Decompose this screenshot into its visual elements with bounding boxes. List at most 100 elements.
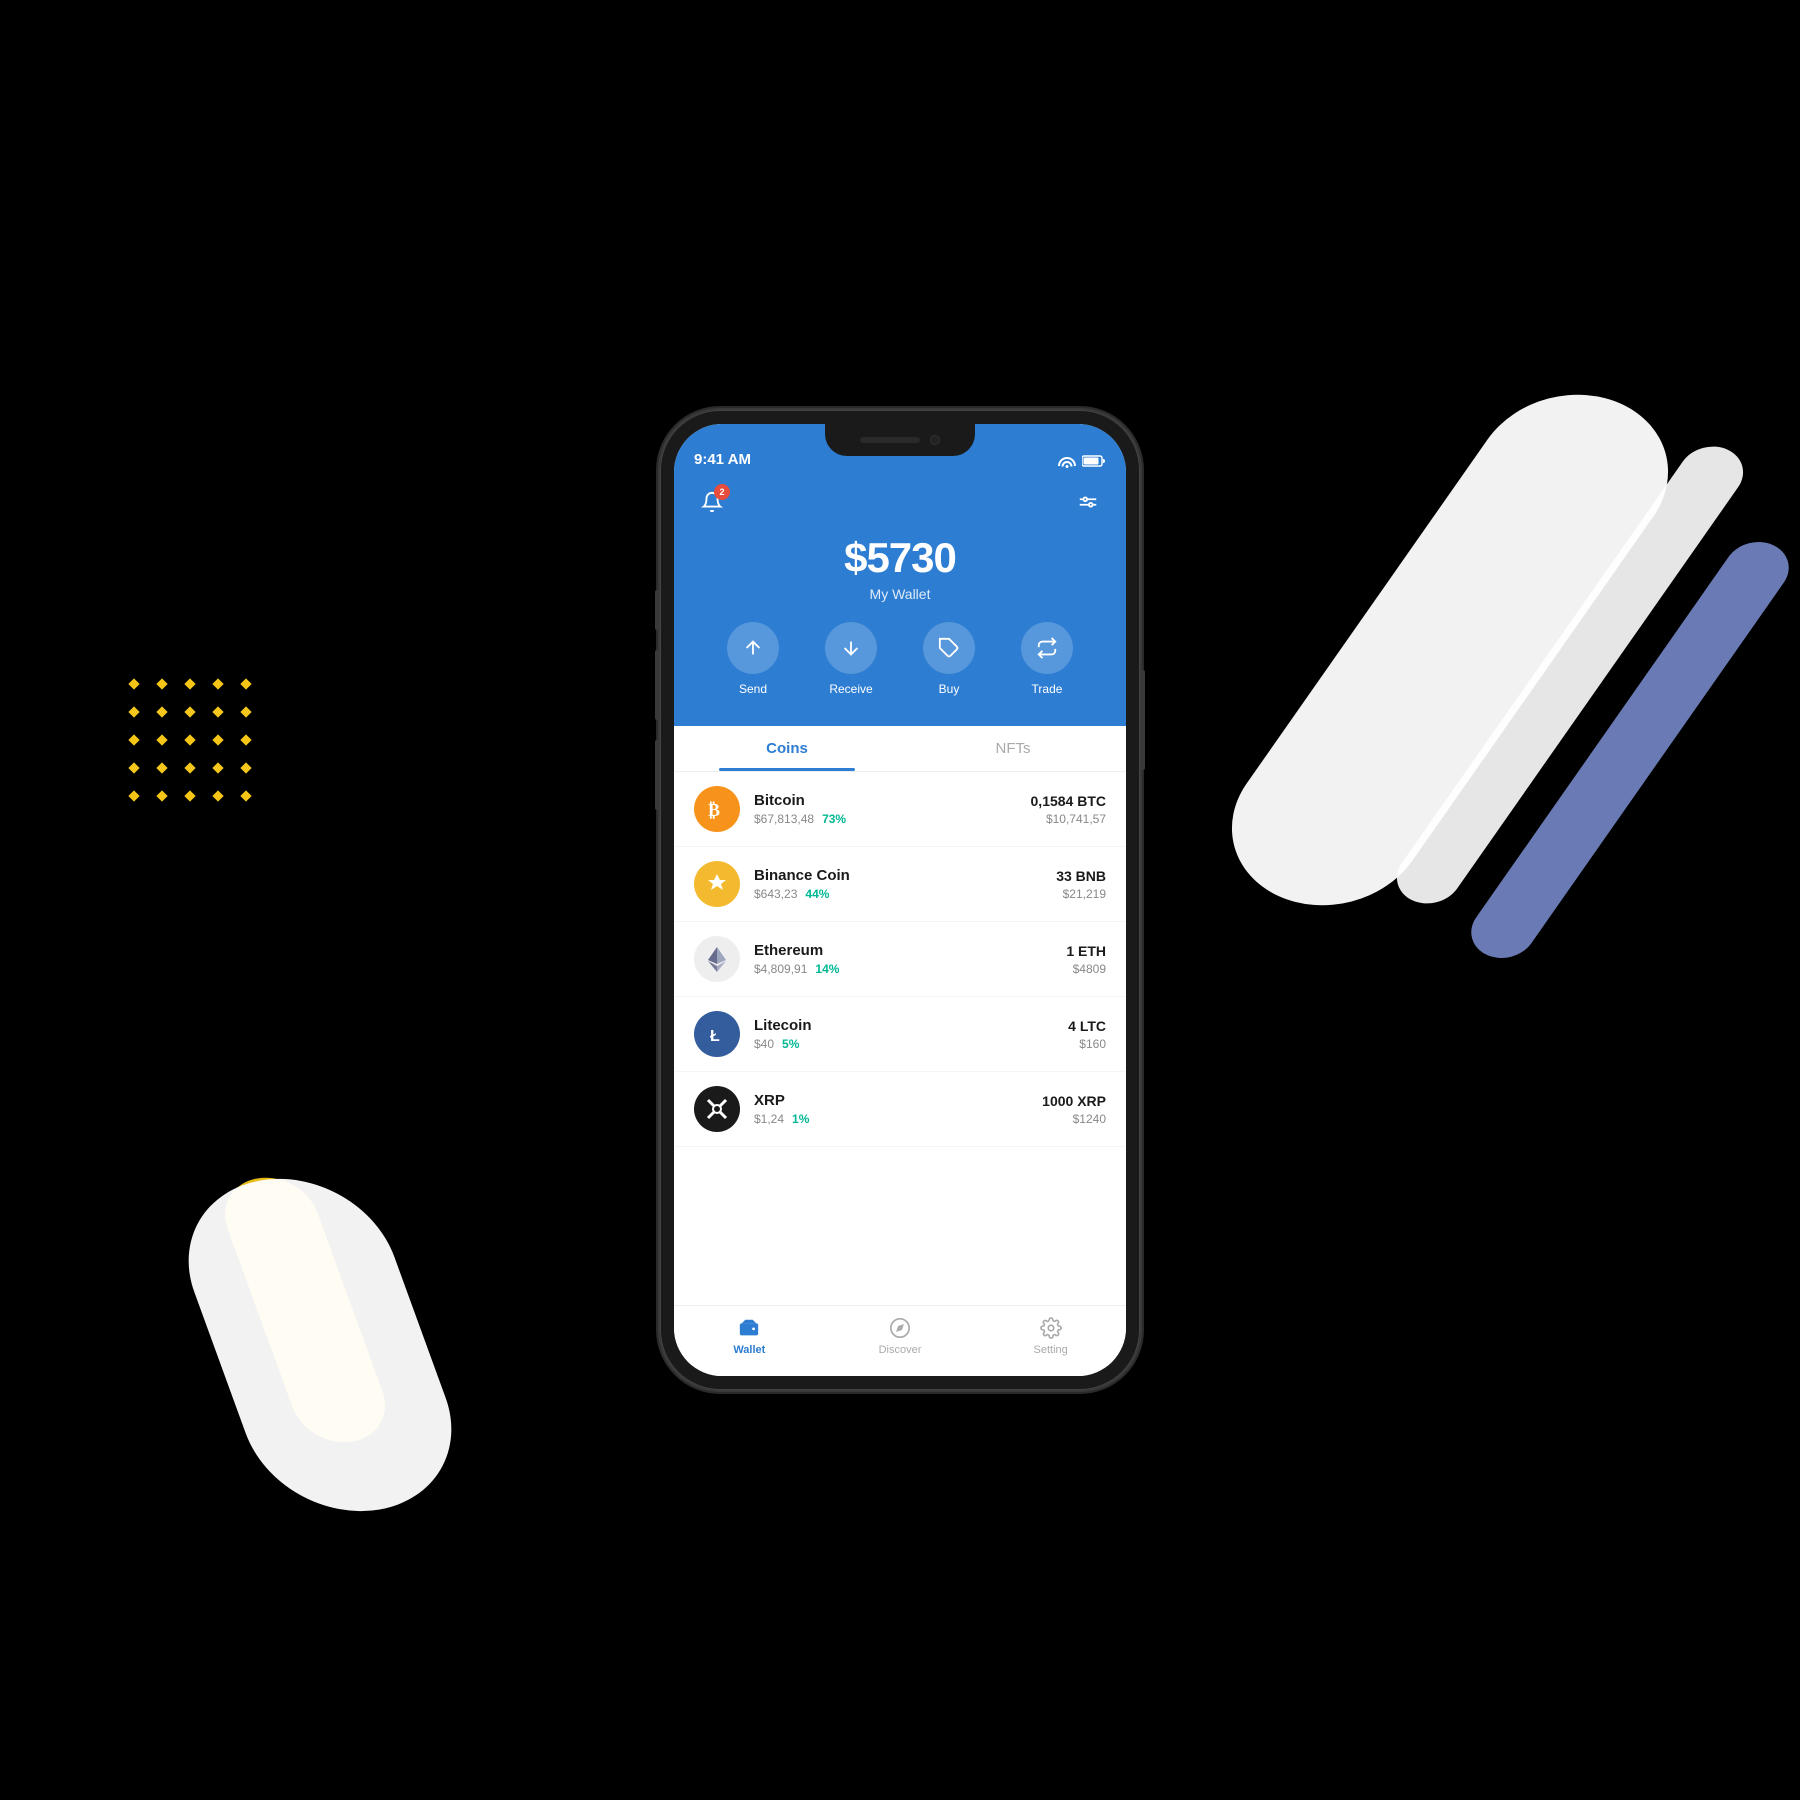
status-icons (1058, 454, 1106, 468)
notification-badge: 2 (714, 484, 730, 500)
xrp-amount: 1000 XRP (1042, 1093, 1106, 1109)
receive-icon-wrap (825, 622, 877, 674)
side-button-silent (655, 590, 659, 630)
xrp-info: XRP $1,24 1% (754, 1092, 1042, 1126)
eth-info: Ethereum $4,809,91 14% (754, 942, 1066, 976)
trade-icon (1036, 637, 1058, 659)
notification-button[interactable]: 2 (694, 484, 730, 520)
bnb-balance: 33 BNB $21,219 (1056, 868, 1106, 901)
nav-discover[interactable]: Discover (825, 1316, 976, 1356)
btc-price: $67,813,48 (754, 812, 814, 826)
trade-label: Trade (1032, 682, 1063, 696)
setting-nav-label: Setting (1034, 1344, 1068, 1356)
tab-bar: Coins NFTs (674, 726, 1126, 772)
wallet-title: My Wallet (694, 586, 1106, 602)
filter-icon (1077, 491, 1099, 513)
coin-item-btc[interactable]: ₿ Bitcoin $67,813,48 73% 0,1584 BTC $10,… (674, 772, 1126, 847)
camera (930, 435, 940, 445)
bnb-price-row: $643,23 44% (754, 887, 1056, 901)
btc-icon: ₿ (694, 786, 740, 832)
setting-nav-icon-wrap (1039, 1316, 1063, 1340)
trade-icon-wrap (1021, 622, 1073, 674)
btc-amount: 0,1584 BTC (1031, 793, 1106, 809)
buy-icon (938, 637, 960, 659)
tab-nfts[interactable]: NFTs (900, 726, 1126, 771)
coin-item-xrp[interactable]: XRP $1,24 1% 1000 XRP $1240 (674, 1072, 1126, 1147)
bnb-price: $643,23 (754, 887, 797, 901)
battery-icon (1082, 455, 1106, 467)
ltc-balance: 4 LTC $160 (1068, 1018, 1106, 1051)
send-button[interactable]: Send (727, 622, 779, 696)
trade-button[interactable]: Trade (1021, 622, 1073, 696)
xrp-balance: 1000 XRP $1240 (1042, 1093, 1106, 1126)
xrp-icon (694, 1086, 740, 1132)
svg-text:Ł: Ł (710, 1028, 720, 1045)
bnb-change: 44% (805, 887, 829, 901)
side-button-power (1141, 670, 1145, 770)
eth-price-row: $4,809,91 14% (754, 962, 1066, 976)
header-top-row: 2 (694, 484, 1106, 520)
wifi-icon (1058, 454, 1076, 468)
dots-decoration (130, 680, 260, 810)
send-label: Send (739, 682, 767, 696)
phone-notch (825, 424, 975, 456)
screen-content: 9:41 AM (674, 424, 1126, 1376)
buy-icon-wrap (923, 622, 975, 674)
xrp-change: 1% (792, 1112, 809, 1126)
xrp-name: XRP (754, 1092, 1042, 1109)
receive-label: Receive (829, 682, 872, 696)
ribbon-decoration-5 (160, 1163, 480, 1527)
bottom-navigation: Wallet Discover (674, 1305, 1126, 1376)
status-time: 9:41 AM (694, 451, 751, 468)
xrp-value: $1240 (1042, 1112, 1106, 1126)
coin-item-eth[interactable]: Ethereum $4,809,91 14% 1 ETH $4809 (674, 922, 1126, 997)
send-icon (742, 637, 764, 659)
bnb-info: Binance Coin $643,23 44% (754, 867, 1056, 901)
speaker (860, 437, 920, 443)
btc-info: Bitcoin $67,813,48 73% (754, 792, 1031, 826)
bnb-value: $21,219 (1056, 887, 1106, 901)
coin-item-bnb[interactable]: Binance Coin $643,23 44% 33 BNB $21,219 (674, 847, 1126, 922)
side-button-vol-up (655, 650, 659, 720)
coin-item-ltc[interactable]: Ł Litecoin $40 5% 4 LTC $160 (674, 997, 1126, 1072)
buy-button[interactable]: Buy (923, 622, 975, 696)
xrp-price: $1,24 (754, 1112, 784, 1126)
svg-text:₿: ₿ (708, 800, 720, 820)
side-button-vol-down (655, 740, 659, 810)
total-balance: $5730 (694, 534, 1106, 582)
btc-price-row: $67,813,48 73% (754, 812, 1031, 826)
eth-amount: 1 ETH (1066, 943, 1106, 959)
eth-icon (694, 936, 740, 982)
btc-balance: 0,1584 BTC $10,741,57 (1031, 793, 1106, 826)
eth-balance: 1 ETH $4809 (1066, 943, 1106, 976)
ltc-change: 5% (782, 1037, 799, 1051)
eth-value: $4809 (1066, 962, 1106, 976)
btc-value: $10,741,57 (1031, 812, 1106, 826)
ltc-name: Litecoin (754, 1017, 1068, 1034)
eth-name: Ethereum (754, 942, 1066, 959)
coin-list: ₿ Bitcoin $67,813,48 73% 0,1584 BTC $10,… (674, 772, 1126, 1305)
receive-button[interactable]: Receive (825, 622, 877, 696)
ltc-info: Litecoin $40 5% (754, 1017, 1068, 1051)
tab-coins[interactable]: Coins (674, 726, 900, 771)
wallet-header: 2 $5730 My Wa (674, 474, 1126, 726)
xrp-price-row: $1,24 1% (754, 1112, 1042, 1126)
wallet-nav-label: Wallet (733, 1344, 765, 1356)
discover-nav-icon (889, 1317, 911, 1339)
ltc-amount: 4 LTC (1068, 1018, 1106, 1034)
nav-wallet[interactable]: Wallet (674, 1316, 825, 1356)
wallet-nav-icon-wrap (737, 1316, 761, 1340)
ltc-price-row: $40 5% (754, 1037, 1068, 1051)
eth-change: 14% (815, 962, 839, 976)
nav-setting[interactable]: Setting (975, 1316, 1126, 1356)
bnb-amount: 33 BNB (1056, 868, 1106, 884)
wallet-nav-icon (738, 1317, 760, 1339)
send-icon-wrap (727, 622, 779, 674)
receive-icon (840, 637, 862, 659)
ltc-icon: Ł (694, 1011, 740, 1057)
bnb-name: Binance Coin (754, 867, 1056, 884)
action-buttons-row: Send Receive (694, 622, 1106, 696)
filter-button[interactable] (1070, 484, 1106, 520)
phone-frame: 9:41 AM (660, 410, 1140, 1390)
ltc-value: $160 (1068, 1037, 1106, 1051)
